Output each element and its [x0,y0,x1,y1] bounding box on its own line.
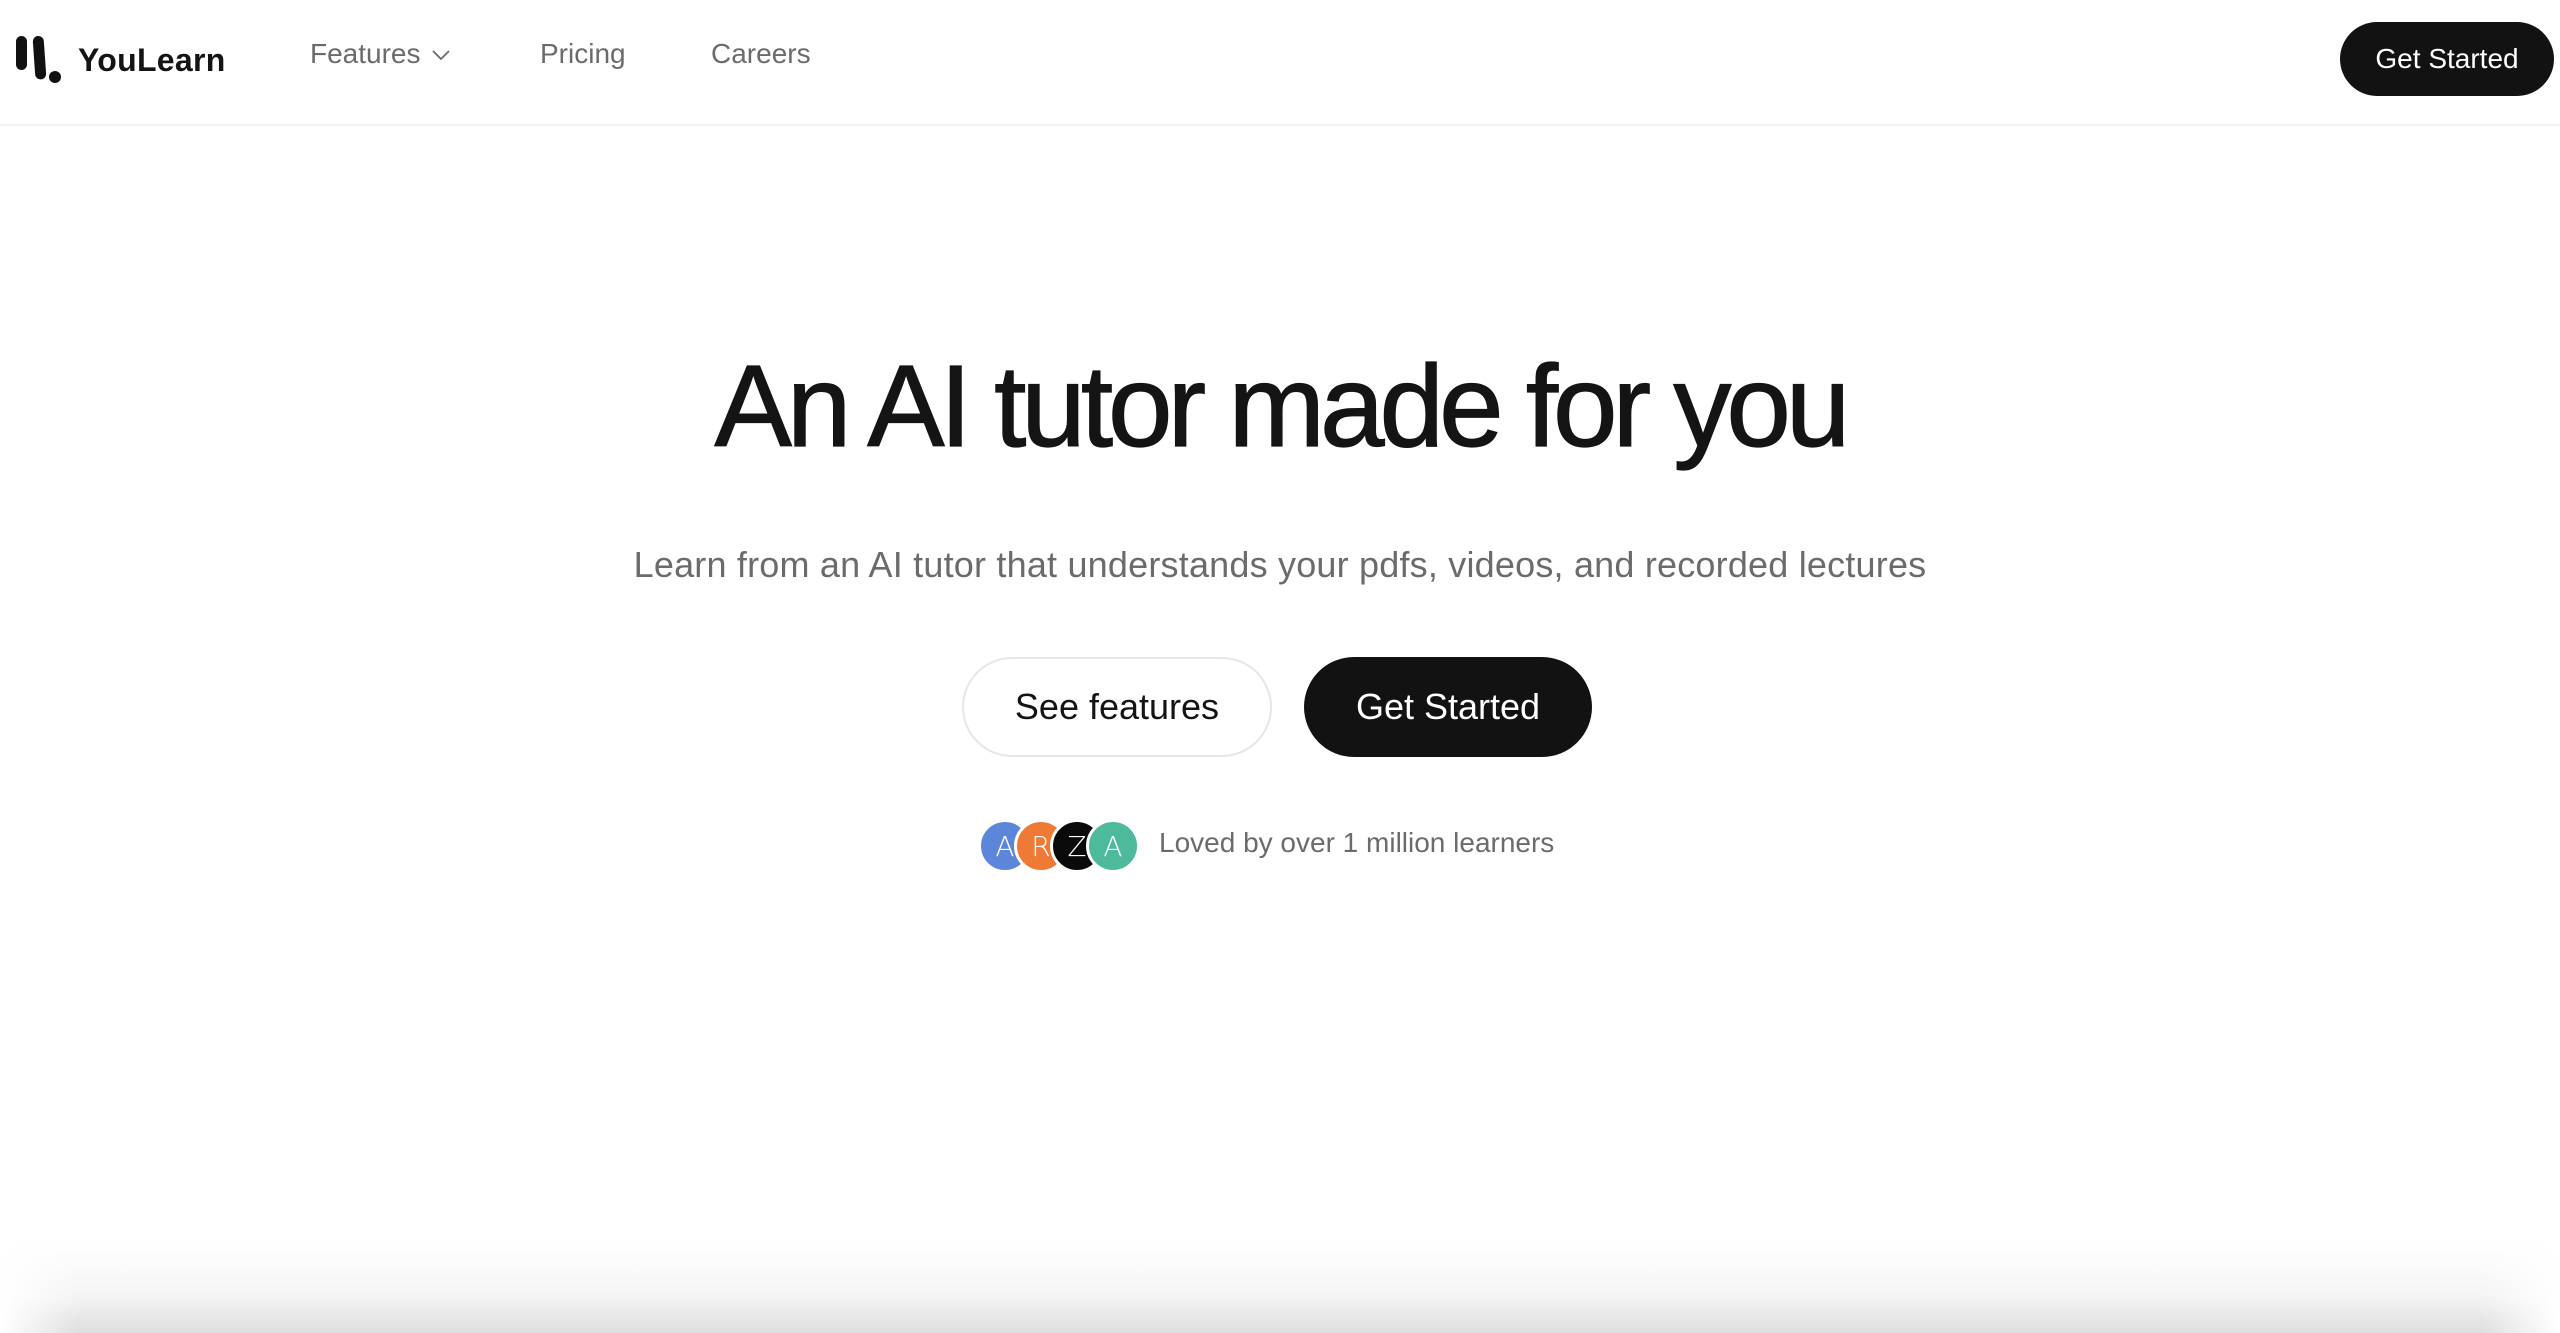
avatar-initial: R [1031,829,1051,863]
nav-item-careers[interactable]: Careers [711,38,811,70]
brand-name: YouLearn [78,41,226,78]
nav-item-label: Pricing [540,38,626,69]
social-proof: A R Z A Loved by over 1 million learners [978,819,1554,873]
site-header: YouLearn Features Pricing Careers Get St… [0,0,2560,126]
youlearn-logo-icon [16,36,61,83]
brand-logo-link[interactable]: YouLearn [14,36,226,84]
nav-item-pricing[interactable]: Pricing [540,38,626,70]
nav-item-features[interactable]: Features [310,38,451,70]
header-get-started-button[interactable]: Get Started [2340,22,2554,96]
chevron-down-icon [431,50,450,61]
nav-item-label: Careers [711,38,811,69]
avatar: A [1086,819,1140,873]
avatar-initial: A [1103,829,1123,863]
hero-title: An AI tutor made for you [714,340,1851,471]
get-started-button[interactable]: Get Started [1304,657,1592,757]
avatar-initial: Z [1067,829,1087,863]
see-features-button[interactable]: See features [962,657,1272,757]
nav-item-label: Features [310,38,421,69]
avatar-initial: A [995,829,1015,863]
hero-subtitle: Learn from an AI tutor that understands … [633,544,1927,585]
avatar-stack: A R Z A [978,819,1140,873]
hero-cta-group: See features Get Started [0,657,2560,757]
social-proof-text: Loved by over 1 million learners [1159,827,1555,858]
preview-card-shadow [0,1240,2560,1333]
